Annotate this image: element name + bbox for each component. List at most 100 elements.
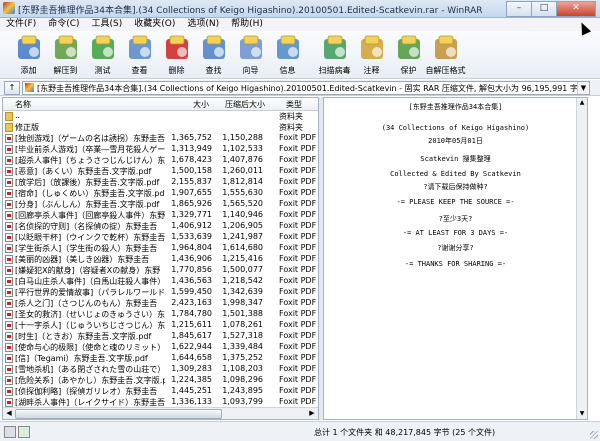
column-header-name[interactable]: 名称 xyxy=(15,99,31,110)
table-row[interactable]: [分身]（ぶんしん）东野圭吾.文字版.pdf 1,865,926 1,565,520… xyxy=(3,199,318,210)
file-packed-size: 1,501,388 xyxy=(222,309,263,318)
file-packed-size: 1,206,905 xyxy=(222,221,263,230)
pdf-file-icon xyxy=(5,365,13,374)
table-row[interactable]: [回廊亭杀人事件]（回廊亭殺人事件）东野 1,329,771 1,140,946 Fo… xyxy=(3,210,318,221)
file-type: Foxit PDF xyxy=(279,309,317,318)
scroll-down-arrow-icon[interactable]: ▼ xyxy=(577,409,587,419)
file-size: 1,365,752 xyxy=(171,133,212,142)
table-row[interactable]: [雪地杀机]（ある閉ざされた雪の山荘で） 1,309,283 1,108,203 Fo… xyxy=(3,364,318,375)
horizontal-scrollbar[interactable]: ◀ ▶ xyxy=(3,407,318,419)
table-row[interactable]: [使命与心的极限]（使命と魂のリミット） 1,622,944 1,339,484 Fo… xyxy=(3,342,318,353)
table-row[interactable]: 修正版 资料夹 xyxy=(3,122,318,133)
folder-icon xyxy=(5,112,13,121)
file-packed-size: 1,998,347 xyxy=(222,298,263,307)
file-size: 1,784,780 xyxy=(171,309,212,318)
file-type: Foxit PDF xyxy=(279,188,317,197)
table-row[interactable]: [独创游戏]（ゲームの名は誘拐）东野圭吾 1,365,752 1,150,288 Fo… xyxy=(3,133,318,144)
table-row[interactable]: [恶意]（あくい）东野圭吾.文字版.pdf 1,500,158 1,260,011 F… xyxy=(3,166,318,177)
file-size: 1,309,283 xyxy=(171,364,212,373)
archive-info-icon[interactable] xyxy=(4,426,16,438)
lock-status-icon[interactable] xyxy=(18,426,30,438)
scroll-right-arrow-icon[interactable]: ▶ xyxy=(307,409,317,418)
toolbar-button-7[interactable]: 信息 xyxy=(269,31,306,77)
menu-file[interactable]: 文件(F) xyxy=(0,18,42,31)
file-size: 1,445,251 xyxy=(171,386,212,395)
column-header-size[interactable]: 大小 xyxy=(193,99,209,110)
table-row[interactable]: [白马山庄杀人事件]（白馬山荘殺人事件） 1,436,563 1,218,542 Fo… xyxy=(3,276,318,287)
pdf-file-icon xyxy=(5,332,13,341)
file-packed-size: 1,140,946 xyxy=(222,210,263,219)
table-row[interactable]: .. 资料夹 xyxy=(3,111,318,122)
address-field[interactable]: [东野圭吾推理作品34本合集].(34 Collections of Keigo… xyxy=(22,81,590,95)
table-row[interactable]: [学生街杀人]（学生街の殺人）东野圭吾 1,964,804 1,614,680 Fox… xyxy=(3,243,318,254)
menu-commands[interactable]: 命令(C) xyxy=(42,18,85,31)
pdf-file-icon xyxy=(5,354,13,363)
horizontal-scroll-thumb[interactable] xyxy=(15,409,222,419)
menu-options[interactable]: 选项(N) xyxy=(181,18,225,31)
column-header-packed[interactable]: 压缩后大小 xyxy=(225,99,265,110)
toolbar-button-8[interactable]: 扫描病毒 xyxy=(316,31,353,77)
file-name: [侦探伽利略]（探偵ガリレオ）东野圭吾 xyxy=(15,387,158,396)
table-row[interactable]: [危险关系]（あやかし）东野圭吾.文字版.pdf 1,224,385 1,098,2… xyxy=(3,375,318,386)
vertical-scrollbar[interactable]: ▲ ▼ xyxy=(576,98,587,419)
table-row[interactable]: [杀人之门]（さつじんのもん）东野圭吾 2,423,163 1,998,347 Fox… xyxy=(3,298,318,309)
toolbar-button-0[interactable]: 添加 xyxy=(10,31,47,77)
table-row[interactable]: [以眨眼干杯]（ウインクで乾杯）东野圭吾 1,533,639 1,241,987 Fo… xyxy=(3,232,318,243)
file-size: 1,329,771 xyxy=(171,210,212,219)
table-row[interactable]: [圣女的救济]（せいじょのきゅうさい）东 1,784,780 1,501,388 Fo… xyxy=(3,309,318,320)
toolbar-button-label: 查看 xyxy=(131,66,148,75)
resize-grip-icon[interactable] xyxy=(590,431,598,439)
pdf-file-icon xyxy=(5,211,13,220)
file-type: Foxit PDF xyxy=(279,364,317,373)
toolbar-button-label: 删除 xyxy=(168,66,185,75)
toolbar-button-3[interactable]: 查看 xyxy=(121,31,158,77)
scroll-left-arrow-icon[interactable]: ◀ xyxy=(4,409,14,418)
menu-favorites[interactable]: 收藏夹(O) xyxy=(128,18,181,31)
menu-help[interactable]: 帮助(H) xyxy=(225,18,269,31)
toolbar-button-label: 查找 xyxy=(205,66,222,75)
table-row[interactable]: [十一字杀人]（じゅういちじさつじん）东 1,215,611 1,078,261 Fo… xyxy=(3,320,318,331)
toolbar-button-1[interactable]: 解压到 xyxy=(47,31,84,77)
table-row[interactable]: [放学后]（放課後）东野圭吾.文字版.pdf 2,155,837 1,812,814… xyxy=(3,177,318,188)
table-row[interactable]: [信]（Tegami）东野圭吾.文字版.pdf 1,644,658 1,375,25… xyxy=(3,353,318,364)
toolbar-button-6[interactable]: 向导 xyxy=(232,31,269,77)
column-header-type[interactable]: 类型 xyxy=(286,99,302,110)
file-size: 1,644,658 xyxy=(171,353,212,362)
toolbar-button-5[interactable]: 查找 xyxy=(195,31,232,77)
table-row[interactable]: [嫌疑犯X的献身]（容疑者Xの献身）东野 1,770,856 1,500,077 Fo… xyxy=(3,265,318,276)
table-row[interactable]: [时生]（ときお）东野圭吾.文字版.pdf 1,845,617 1,527,318 F… xyxy=(3,331,318,342)
file-type: Foxit PDF xyxy=(279,397,317,406)
table-row[interactable]: [名侦探的守则]（名探偵の掟）东野圭吾 1,406,912 1,206,905 Fox… xyxy=(3,221,318,232)
minimize-button[interactable]: – xyxy=(506,1,532,17)
table-row[interactable]: [侦探伽利略]（探偵ガリレオ）东野圭吾 1,445,251 1,243,895 Fox… xyxy=(3,386,318,397)
find-magnifier-icon xyxy=(199,33,229,63)
table-row[interactable]: [美丽的凶器]（美しき凶器）东野圭吾 1,436,906 1,215,416 Foxi… xyxy=(3,254,318,265)
file-type: Foxit PDF xyxy=(279,177,317,186)
toolbar-button-10[interactable]: 保护 xyxy=(390,31,427,77)
toolbar-button-9[interactable]: 注释 xyxy=(353,31,390,77)
up-folder-button[interactable]: ↑ xyxy=(4,81,20,95)
file-size: 1,224,385 xyxy=(171,375,212,384)
maximize-button[interactable]: □ xyxy=(531,1,557,17)
file-packed-size: 1,108,203 xyxy=(222,364,263,373)
menu-tools[interactable]: 工具(S) xyxy=(86,18,129,31)
file-name: [平行世界的爱情故事]（パラレルワールド xyxy=(15,288,165,297)
toolbar-button-2[interactable]: 测试 xyxy=(84,31,121,77)
file-type: Foxit PDF xyxy=(279,166,317,175)
table-row[interactable]: [超杀人事件]（ちょうさつじんじけん）东野 1,678,423 1,407,876 F… xyxy=(3,155,318,166)
toolbar-button-11[interactable]: 自解压格式 xyxy=(426,31,466,77)
file-packed-size: 1,241,987 xyxy=(222,232,263,241)
address-text: [东野圭吾推理作品34本合集].(34 Collections of Keigo… xyxy=(37,84,586,93)
toolbar-button-4[interactable]: 删除 xyxy=(158,31,195,77)
table-row[interactable]: [宿命]（しゅくめい）东野圭吾.文字版.pdf 1,907,655 1,555,63… xyxy=(3,188,318,199)
address-dropdown-button[interactable]: ▼ xyxy=(577,82,589,94)
file-list[interactable]: 名称 大小 压缩后大小 类型 .. 资料夹 修正版 资料夹 [独创游戏]（ゲームの名は誘… xyxy=(2,97,319,420)
close-button[interactable]: ✕ xyxy=(556,1,596,17)
file-name: [十一字杀人]（じゅういちじさつじん）东 xyxy=(15,321,165,330)
file-list-header: 名称 大小 压缩后大小 类型 xyxy=(3,98,318,111)
file-list-rows: .. 资料夹 修正版 资料夹 [独创游戏]（ゲームの名は誘拐）东野圭吾 1,365,752… xyxy=(3,111,318,408)
table-row[interactable]: [平行世界的爱情故事]（パラレルワールド 1,599,450 1,342,639 Fo… xyxy=(3,287,318,298)
table-row[interactable]: [毕业前杀人游戏]（卒業―雪月花殺人ゲーム 1,313,949 1,102,533 F… xyxy=(3,144,318,155)
pdf-file-icon xyxy=(5,145,13,154)
folder-icon xyxy=(5,123,13,132)
